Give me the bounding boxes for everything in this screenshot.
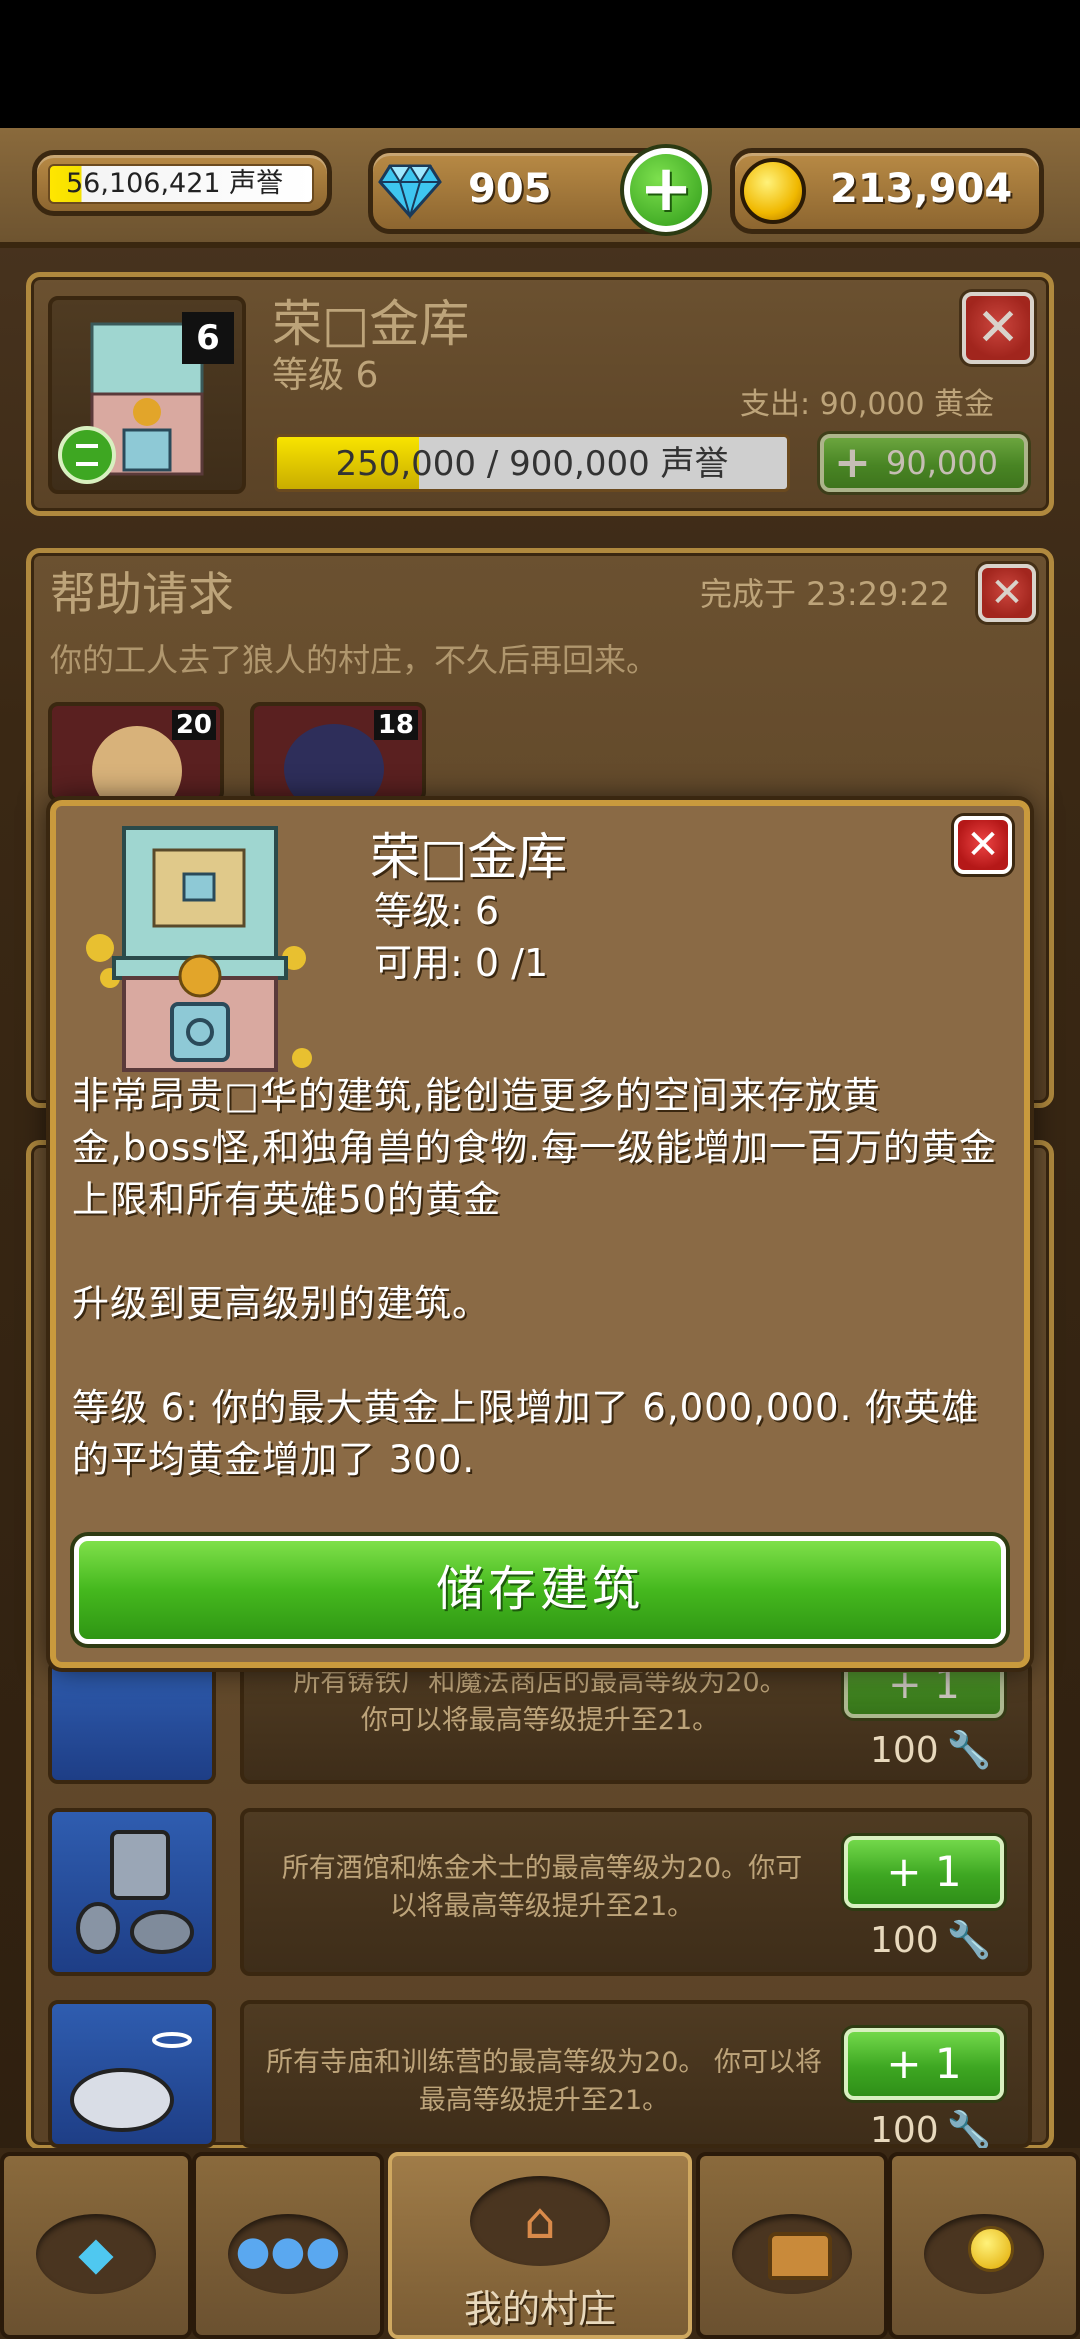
heroes-icon: ●●● bbox=[235, 2228, 341, 2274]
buy-gems-button[interactable]: + bbox=[620, 144, 712, 236]
plus-icon: + bbox=[639, 152, 693, 226]
fame-value: 56,106,421 声誉 bbox=[48, 164, 314, 204]
upgrade-text: 所有寺庙和训练营的最高等级为20。 你可以将最高等级提升至21。 bbox=[266, 2047, 822, 2116]
upgrade-plus-button[interactable]: + 1 bbox=[844, 1836, 1004, 1908]
wrench-icon: 🔧 bbox=[946, 1730, 992, 1771]
wrench-icon: 🔧 bbox=[946, 2110, 992, 2151]
hero-level: 20 bbox=[171, 710, 216, 740]
upgrade-icon-temple bbox=[48, 2000, 216, 2148]
house-icon: ⌂ bbox=[524, 2192, 556, 2250]
nav-heroes[interactable]: ●●● bbox=[192, 2152, 384, 2339]
building-level: 等级 6 bbox=[272, 355, 379, 396]
store-building-button[interactable]: 储存建筑 bbox=[74, 1536, 1006, 1644]
hero-card[interactable]: 18 bbox=[250, 702, 426, 814]
dialog-description: 非常昂贵□华的建筑,能创造更多的空间来存放黄金,boss怪,和独角兽的食物.每一… bbox=[72, 1074, 997, 1481]
building-title: 荣□金库 bbox=[272, 295, 470, 353]
gold-coin-icon bbox=[740, 158, 806, 224]
dialog-close-button[interactable]: ✕ bbox=[954, 816, 1012, 874]
upgrade-cost: 100 🔧 bbox=[870, 1730, 992, 1771]
upgrade-icon-forge bbox=[48, 1660, 216, 1784]
chest-icon bbox=[768, 2232, 832, 2280]
plus-icon: + bbox=[834, 437, 871, 488]
close-panel-button[interactable]: ✕ bbox=[962, 292, 1034, 364]
help-title: 帮助请求 bbox=[50, 567, 234, 621]
diamond-icon: ◆ bbox=[78, 2226, 114, 2280]
upgrade-text: 所有铸铁厂和魔法商店的最高等级为20。 你可以将最高等级提升至21。 bbox=[293, 1667, 787, 1736]
diamond-icon bbox=[378, 160, 442, 220]
wrench-icon: 🔧 bbox=[946, 1920, 992, 1961]
medal-icon bbox=[968, 2226, 1014, 2272]
dialog-available: 可用: 0 /1 bbox=[374, 941, 549, 985]
dialog-title: 荣□金库 bbox=[370, 828, 568, 886]
vault-building-image bbox=[80, 818, 320, 1080]
help-completed-time: 完成于 23:29:22 bbox=[700, 575, 950, 613]
fame-progress-bar: 250,000 / 900,000 声誉 bbox=[274, 434, 790, 492]
upgrade-icon-tavern bbox=[48, 1808, 216, 1976]
nav-my-village-label: 我的村庄 bbox=[463, 2287, 616, 2331]
upgrade-plus-button[interactable]: + 1 bbox=[844, 2028, 1004, 2100]
hero-card[interactable]: 20 bbox=[48, 702, 224, 816]
upgrade-cost: 100 🔧 bbox=[870, 1920, 992, 1961]
help-message: 你的工人去了狼人的村庄，不久后再回来。 bbox=[50, 641, 659, 679]
nav-shop[interactable]: ◆ bbox=[0, 2152, 192, 2339]
building-level-badge: 6 bbox=[182, 312, 234, 364]
hero-level: 18 bbox=[373, 710, 418, 740]
dialog-level: 等级: 6 bbox=[374, 889, 500, 933]
list-icon bbox=[76, 444, 98, 466]
close-icon: ✕ bbox=[976, 298, 1020, 358]
close-icon: ✕ bbox=[990, 570, 1024, 616]
fame-progress-text: 250,000 / 900,000 声誉 bbox=[335, 444, 729, 484]
store-building-label: 储存建筑 bbox=[435, 1561, 644, 1617]
gold-value: 213,904 bbox=[830, 166, 1013, 212]
nav-chest[interactable] bbox=[696, 2152, 888, 2339]
nav-my-village[interactable]: ⌂ 我的村庄 bbox=[388, 2152, 692, 2339]
close-icon: ✕ bbox=[966, 822, 1000, 868]
building-expense: 支出: 90,000 黄金 bbox=[740, 387, 995, 422]
close-help-button[interactable]: ✕ bbox=[978, 564, 1036, 622]
nav-achievements[interactable] bbox=[888, 2152, 1080, 2339]
gem-value: 905 bbox=[468, 166, 552, 212]
instant-upgrade-button[interactable]: + 90,000 bbox=[820, 434, 1028, 492]
upgrade-cost: 90,000 bbox=[886, 444, 998, 482]
building-info-button[interactable] bbox=[58, 426, 116, 484]
upgrade-text: 所有酒馆和炼金术士的最高等级为20。你可以将最高等级提升至21。 bbox=[281, 1853, 803, 1922]
